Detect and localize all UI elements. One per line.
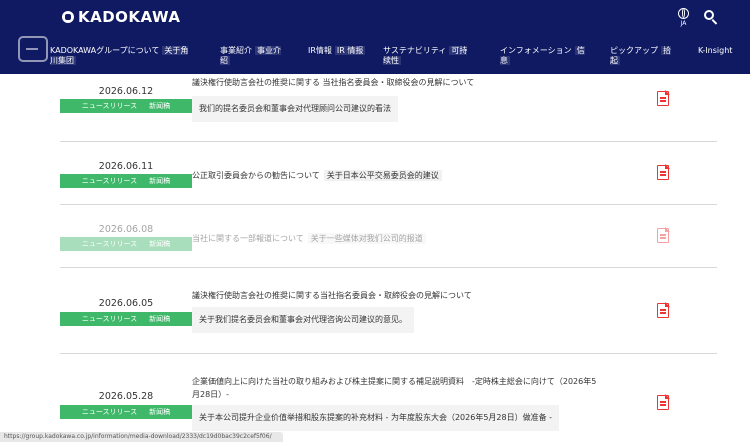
language-label: JA — [680, 20, 687, 27]
tag-translation: 新闻稿 — [149, 102, 171, 110]
tag-translation: 新闻稿 — [149, 240, 171, 248]
news-category-tag[interactable]: ニュースリリース 新闻稿 — [60, 237, 192, 251]
news-row: 2026.06.05 ニュースリリース 新闻稿 議決権行使助言会社の推奨に関する当… — [60, 267, 717, 354]
news-title: 公正取引委員会からの勧告について — [192, 171, 320, 180]
nav-item-business[interactable]: 事業紹介 事业介绍 — [220, 46, 290, 66]
nav-label: KADOKAWAグループについて — [50, 46, 160, 55]
news-date: 2026.06.12 — [98, 86, 154, 97]
nav-item-about[interactable]: KADOKAWAグループについて 关于角川集团 — [50, 46, 190, 66]
news-category-tag[interactable]: ニュースリリース 新闻稿 — [60, 312, 192, 326]
news-title-link[interactable]: 当社に関する一部報道について 关于一些媒体对我们公司的报道 — [192, 232, 426, 245]
pdf-download-icon[interactable] — [657, 90, 671, 107]
news-category-tag[interactable]: ニュースリリース 新闻稿 — [60, 405, 192, 419]
nav-label: K-Insight — [698, 46, 733, 55]
pdf-download-icon[interactable] — [657, 394, 671, 411]
pdf-download-icon[interactable] — [657, 302, 671, 319]
title-translation: 关于日本公平交易委员会的建议 — [323, 170, 442, 181]
tag-translation: 新闻稿 — [149, 315, 171, 323]
news-date: 2026.06.05 — [98, 298, 154, 309]
news-title-link[interactable]: 企業価値向上に向けた当社の取り組みおよび株主提案に関する補足説明資料 -定時株主… — [192, 375, 602, 401]
site-header: KADOKAWA JA KADOKAWAグループについて 关于角川集团 事業紹介事… — [0, 0, 750, 74]
tag-label: ニュースリリース — [81, 240, 138, 248]
news-category-tag[interactable]: ニュースリリース 新闻稿 — [60, 99, 192, 113]
language-switcher[interactable]: JA — [678, 8, 689, 27]
pdf-download-icon[interactable] — [657, 227, 671, 244]
nav-item-pickup[interactable]: ピックアップ 拾起 — [610, 46, 680, 66]
translation-box: 关于我们提名委员会和董事会对代理咨询公司建议的意见。 — [192, 307, 414, 333]
tag-label: ニュースリリース — [81, 315, 138, 323]
news-category-tag[interactable]: ニュースリリース 新闻稿 — [60, 174, 192, 188]
news-title: 議決権行使助言会社の推奨に関する 当社指名委員会・取締役会の見解について — [192, 78, 475, 87]
nav-item-information[interactable]: インフォメーション 信息 — [500, 46, 590, 66]
translation-box: 我们的提名委员会和董事会对代理顾问公司建议的看法 — [192, 96, 398, 122]
search-icon[interactable] — [704, 10, 718, 25]
nav-label: サステナビリティ — [383, 46, 447, 55]
tag-label: ニュースリリース — [81, 408, 138, 416]
news-date: 2026.06.11 — [98, 161, 154, 172]
nav-item-ir[interactable]: IR情報 IR 情报 — [308, 46, 368, 56]
logo-text: KADOKAWA — [78, 8, 181, 26]
pdf-download-icon[interactable] — [657, 164, 671, 181]
nav-label: インフォメーション — [500, 46, 572, 55]
tag-label: ニュースリリース — [81, 102, 138, 110]
translation-box: 关于本公司提升企业价值举措和股东提案的补充材料 - 为年度股东大会（2026年5… — [192, 405, 560, 431]
news-title: 企業価値向上に向けた当社の取り組みおよび株主提案に関する補足説明資料 -定時株主… — [192, 377, 597, 399]
kadokawa-logo[interactable]: KADOKAWA — [62, 8, 180, 26]
logo-mark-icon — [62, 11, 74, 23]
news-title-link[interactable]: 議決権行使助言会社の推奨に関する 当社指名委員会・取締役会の見解について — [192, 76, 474, 89]
nav-label: 事業紹介 — [220, 46, 252, 55]
title-translation: 关于一些媒体对我们公司的报道 — [307, 233, 426, 244]
nav-label: IR情報 — [308, 46, 332, 55]
nav-item-k-insight[interactable]: K-Insight — [698, 46, 740, 56]
news-title-link[interactable]: 議決権行使助言会社の推奨に関する当社指名委員会・取締役会の見解について — [192, 289, 472, 302]
tag-label: ニュースリリース — [81, 177, 138, 185]
news-row: 2026.06.08 ニュースリリース 新闻稿 当社に関する一部報道について 关于一… — [60, 204, 717, 268]
nav-translation: IR 情报 — [334, 46, 366, 55]
news-row: 2026.06.12 ニュースリリース 新闻稿 議決権行使助言会社の推奨に関する … — [60, 74, 717, 142]
watermark-icon — [18, 36, 48, 62]
status-bar-url: https://group.kadokawa.co.jp/information… — [0, 432, 283, 442]
news-title: 議決権行使助言会社の推奨に関する当社指名委員会・取締役会の見解について — [192, 291, 472, 300]
nav-label: ピックアップ — [610, 46, 658, 55]
news-title-link[interactable]: 公正取引委員会からの勧告について 关于日本公平交易委员会的建议 — [192, 169, 442, 182]
globe-icon — [678, 8, 689, 19]
news-row: 2026.05.28 ニュースリリース 新闻稿 企業価値向上に向けた当社の取り組み… — [60, 353, 717, 442]
news-date: 2026.06.08 — [98, 224, 154, 235]
news-title: 当社に関する一部報道について — [192, 234, 304, 243]
nav-item-sustainability[interactable]: サステナビリティ 可持续性 — [383, 46, 473, 66]
tag-translation: 新闻稿 — [149, 408, 171, 416]
news-date: 2026.05.28 — [98, 391, 154, 402]
news-row: 2026.06.11 ニュースリリース 新闻稿 公正取引委員会からの勧告について关… — [60, 141, 717, 205]
tag-translation: 新闻稿 — [149, 177, 171, 185]
